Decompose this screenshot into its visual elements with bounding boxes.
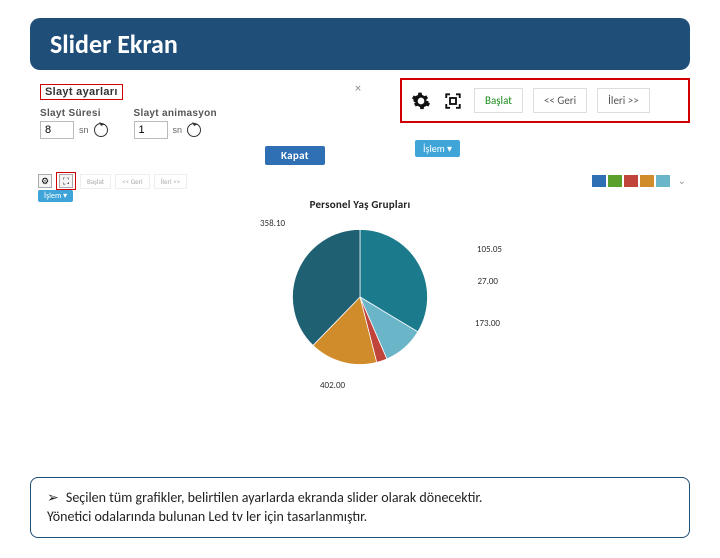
slide-settings-panel: Slayt ayarları Slayt Süresi sn Slayt ani… bbox=[40, 82, 360, 139]
unit-label: sn bbox=[173, 125, 183, 135]
baslat-button[interactable]: Başlat bbox=[474, 88, 523, 113]
kapat-button[interactable]: Kapat bbox=[265, 146, 325, 165]
islem-dropdown[interactable]: İşlem ▾ bbox=[415, 140, 460, 157]
geri-button[interactable]: << Geri bbox=[533, 88, 587, 113]
anim-label: Slayt animasyon bbox=[134, 108, 217, 119]
note-line-1: Seçilen tüm grafikler, belirtilen ayarla… bbox=[66, 489, 483, 506]
pie-label: 173.00 bbox=[475, 318, 500, 329]
chart-title: Personel Yaş Grupları bbox=[30, 198, 690, 211]
unit-label: sn bbox=[79, 125, 89, 135]
pie-label: 358.10 bbox=[260, 218, 285, 229]
legend-swatch bbox=[624, 175, 638, 187]
close-icon[interactable]: × bbox=[355, 82, 361, 96]
content-area: Slayt ayarları Slayt Süresi sn Slayt ani… bbox=[30, 82, 690, 412]
gear-icon[interactable] bbox=[410, 90, 432, 112]
baslat-button-small[interactable]: Başlat bbox=[80, 174, 111, 189]
pie-label: 402.00 bbox=[320, 380, 345, 391]
ileri-button-small[interactable]: İleri >> bbox=[154, 174, 187, 189]
refresh-icon[interactable] bbox=[94, 123, 108, 137]
toolbar-small: ⚙ ⛶ Başlat << Geri İleri >> bbox=[38, 172, 187, 190]
page-title: Slider Ekran bbox=[30, 18, 690, 70]
legend-swatch bbox=[640, 175, 654, 187]
duration-input[interactable] bbox=[40, 121, 74, 139]
chart-legend: ⌄ bbox=[592, 174, 686, 187]
legend-swatch bbox=[608, 175, 622, 187]
settings-header: Slayt ayarları bbox=[40, 84, 123, 100]
chevron-down-icon[interactable]: ⌄ bbox=[672, 174, 686, 187]
note-line-2: Yönetici odalarında bulunan Led tv ler i… bbox=[47, 508, 367, 525]
geri-button-small[interactable]: << Geri bbox=[115, 174, 150, 189]
pie-label: 27.00 bbox=[477, 276, 498, 287]
refresh-icon[interactable] bbox=[187, 123, 201, 137]
bullet-icon: ➢ bbox=[47, 489, 59, 505]
duration-label: Slayt Süresi bbox=[40, 108, 108, 119]
anim-input[interactable] bbox=[134, 121, 168, 139]
ileri-button[interactable]: İleri >> bbox=[597, 88, 650, 113]
pie-chart: 358.10 105.05 27.00 173.00 402.00 bbox=[240, 222, 480, 377]
pie-label: 105.05 bbox=[477, 244, 502, 255]
legend-swatch bbox=[656, 175, 670, 187]
legend-swatch bbox=[592, 175, 606, 187]
fullscreen-icon[interactable]: ⛶ bbox=[59, 174, 73, 188]
fullscreen-highlight: ⛶ bbox=[56, 172, 76, 190]
gear-icon[interactable]: ⚙ bbox=[38, 174, 52, 188]
toolbar-highlight-box: Başlat << Geri İleri >> bbox=[400, 78, 690, 123]
fullscreen-icon[interactable] bbox=[442, 90, 464, 112]
note-box: ➢ Seçilen tüm grafikler, belirtilen ayar… bbox=[30, 477, 690, 538]
